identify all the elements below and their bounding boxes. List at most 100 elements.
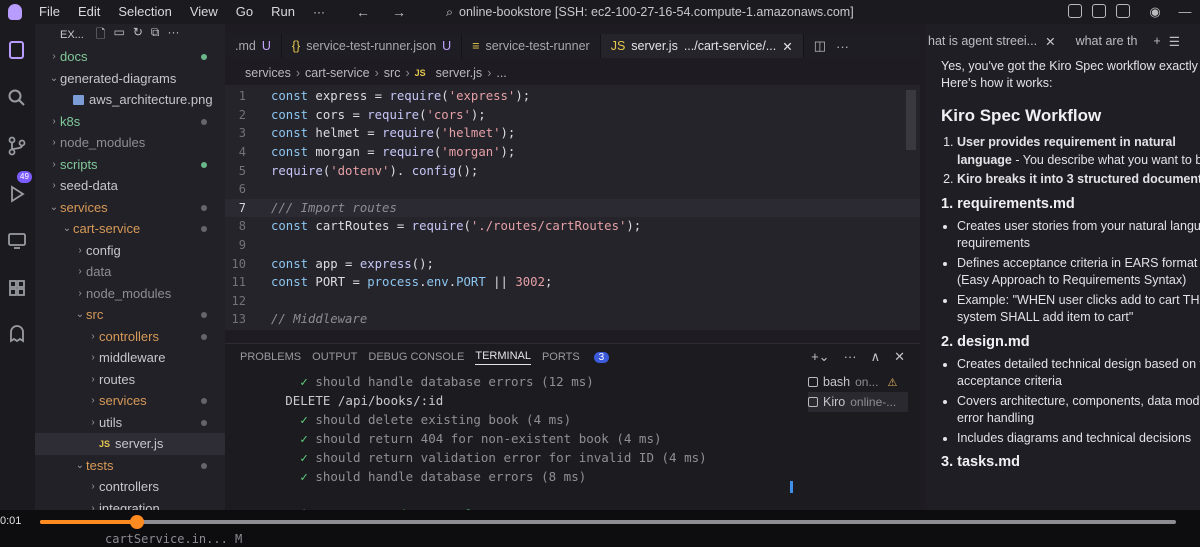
tree-item[interactable]: › node_modules: [35, 283, 225, 305]
chevron-down-icon: ⌄: [75, 459, 85, 471]
tree-item[interactable]: ⌄ tests: [35, 455, 225, 477]
tree-item[interactable]: ⌄ cart-service: [35, 218, 225, 240]
split-editor-icon[interactable]: ◫: [814, 38, 826, 54]
code-token: ;: [544, 275, 553, 290]
command-center[interactable]: ⌕ online-bookstore [SSH: ec2-100-27-16-5…: [446, 3, 856, 21]
panel-tab-ports[interactable]: PORTS: [542, 351, 580, 363]
editor-tab[interactable]: .md U: [225, 34, 282, 58]
more-icon[interactable]: ···: [836, 39, 849, 54]
tree-item[interactable]: › node_modules: [35, 132, 225, 154]
tree-item[interactable]: › seed-data: [35, 175, 225, 197]
editor-tab[interactable]: JS server.js .../cart-service/... ✕: [600, 34, 804, 58]
minimize-icon[interactable]: —: [1170, 0, 1200, 24]
close-tab-icon[interactable]: ✕: [782, 39, 792, 54]
panel-tab-output[interactable]: OUTPUT: [312, 351, 357, 363]
add-chat-icon[interactable]: +: [1153, 34, 1160, 48]
code-token: express =: [315, 89, 390, 104]
explorer-icon[interactable]: [5, 38, 29, 62]
terminal-output[interactable]: ✓ should handle database errors (12 ms) …: [225, 372, 800, 525]
tree-item[interactable]: › config: [35, 240, 225, 262]
breadcrumb-item[interactable]: services: [245, 66, 291, 80]
video-controls: cartService.in... M 0:01: [0, 510, 1200, 547]
maximize-panel-icon[interactable]: ∧: [871, 349, 881, 365]
tab-suffix: U: [261, 39, 271, 53]
chat-tab-1[interactable]: hat is agent streei...: [928, 34, 1037, 48]
tab-label: .md: [235, 39, 256, 53]
breadcrumb-separator: ›: [487, 66, 492, 80]
section-item: Covers architecture, components, data mo…: [957, 393, 1200, 428]
breadcrumb-item[interactable]: src: [384, 66, 401, 80]
tree-item[interactable]: ⌄ services: [35, 197, 225, 219]
tree-item[interactable]: › services: [35, 390, 225, 412]
remote-explorer-icon[interactable]: [5, 229, 29, 253]
more-icon[interactable]: ···: [844, 349, 857, 365]
new-folder-icon[interactable]: ▭: [114, 25, 125, 46]
chat-bubble-icon[interactable]: ◉: [1140, 0, 1170, 24]
terminal-session[interactable]: Kiro online-...: [808, 392, 908, 412]
toggle-sidebar-icon[interactable]: [1116, 4, 1130, 18]
file-type-icon: {}: [291, 39, 301, 53]
tree-item[interactable]: JS server.js: [35, 433, 225, 455]
tree-item[interactable]: › k8s: [35, 111, 225, 133]
terminal-session[interactable]: bash on... ⚠: [808, 372, 908, 392]
editor-scrollbar[interactable]: [906, 90, 916, 150]
tree-item[interactable]: › controllers: [35, 326, 225, 348]
close-panel-icon[interactable]: ✕: [894, 349, 905, 365]
terminal-text: should delete existing book (4 ms): [315, 412, 572, 427]
video-seek-bar[interactable]: [40, 515, 1176, 529]
explorer-toolbar: 🗋 ▭ ↻ ⧉ ···: [96, 25, 180, 46]
code-token: morgan =: [315, 145, 383, 160]
menu-item-edit[interactable]: Edit: [69, 0, 109, 24]
menu-item-run[interactable]: Run: [262, 0, 304, 24]
toggle-panel-icon[interactable]: [1092, 4, 1106, 18]
run-debug-icon[interactable]: [5, 182, 29, 206]
window-controls: ◉ —: [1140, 0, 1200, 24]
tree-item[interactable]: › middleware: [35, 347, 225, 369]
tree-item[interactable]: ⌄ src: [35, 304, 225, 326]
menu-item-view[interactable]: View: [181, 0, 227, 24]
tree-item[interactable]: ⌄ generated-diagrams: [35, 68, 225, 90]
breadcrumb-item[interactable]: server.js: [436, 66, 483, 80]
terminal-text: DELETE /api/books/:id: [285, 393, 444, 408]
menu-item-file[interactable]: File: [30, 0, 69, 24]
tree-item[interactable]: › docs: [35, 46, 225, 68]
extensions-icon[interactable]: [5, 276, 29, 300]
collapse-all-icon[interactable]: ⧉: [151, 25, 160, 46]
code-editor[interactable]: 1 const express = require('express'); 2 con…: [225, 85, 920, 330]
code-token: const: [271, 256, 316, 271]
new-file-icon[interactable]: 🗋: [96, 25, 106, 46]
layout-icon[interactable]: [1068, 4, 1082, 18]
tree-item[interactable]: › scripts: [35, 154, 225, 176]
close-icon[interactable]: ✕: [1045, 34, 1055, 49]
menu-item-more[interactable]: ···: [304, 0, 334, 24]
panel-tab-debug-console[interactable]: DEBUG CONSOLE: [368, 351, 464, 363]
chevron-down-icon: ⌄: [75, 309, 85, 321]
tree-item[interactable]: aws_architecture.png: [35, 89, 225, 111]
tree-item[interactable]: › utils: [35, 412, 225, 434]
chat-tab-2[interactable]: what are th: [1076, 34, 1138, 48]
tree-item[interactable]: › controllers: [35, 476, 225, 498]
menu-item-selection[interactable]: Selection: [109, 0, 180, 24]
forward-arrow-icon[interactable]: →: [392, 0, 406, 24]
refresh-icon[interactable]: ↻: [133, 25, 143, 46]
source-control-icon[interactable]: [5, 134, 29, 158]
editor-tab[interactable]: ≡ service-test-runner: [462, 34, 601, 58]
menu-item-go[interactable]: Go: [227, 0, 262, 24]
editor-tab[interactable]: {} service-test-runner.json U: [282, 34, 463, 58]
search-icon[interactable]: [5, 86, 29, 110]
new-terminal-icon[interactable]: +⌄: [811, 349, 829, 365]
more-actions-icon[interactable]: ···: [167, 25, 179, 46]
code-token: (: [433, 126, 442, 141]
tree-item[interactable]: › data: [35, 261, 225, 283]
panel-tab-terminal[interactable]: TERMINAL: [475, 350, 531, 365]
history-icon[interactable]: ☰: [1169, 34, 1180, 49]
video-seek-handle[interactable]: [129, 515, 144, 529]
kiro-ghost-icon[interactable]: [5, 322, 29, 346]
panel-tab-problems[interactable]: PROBLEMS: [240, 351, 301, 363]
code-token: );: [500, 126, 516, 141]
back-arrow-icon[interactable]: ←: [356, 0, 370, 24]
breadcrumb-item[interactable]: ...: [496, 66, 506, 80]
code-token: './routes/cartRoutes': [470, 219, 627, 234]
tree-item[interactable]: › routes: [35, 369, 225, 391]
breadcrumb-item[interactable]: cart-service: [305, 66, 370, 80]
